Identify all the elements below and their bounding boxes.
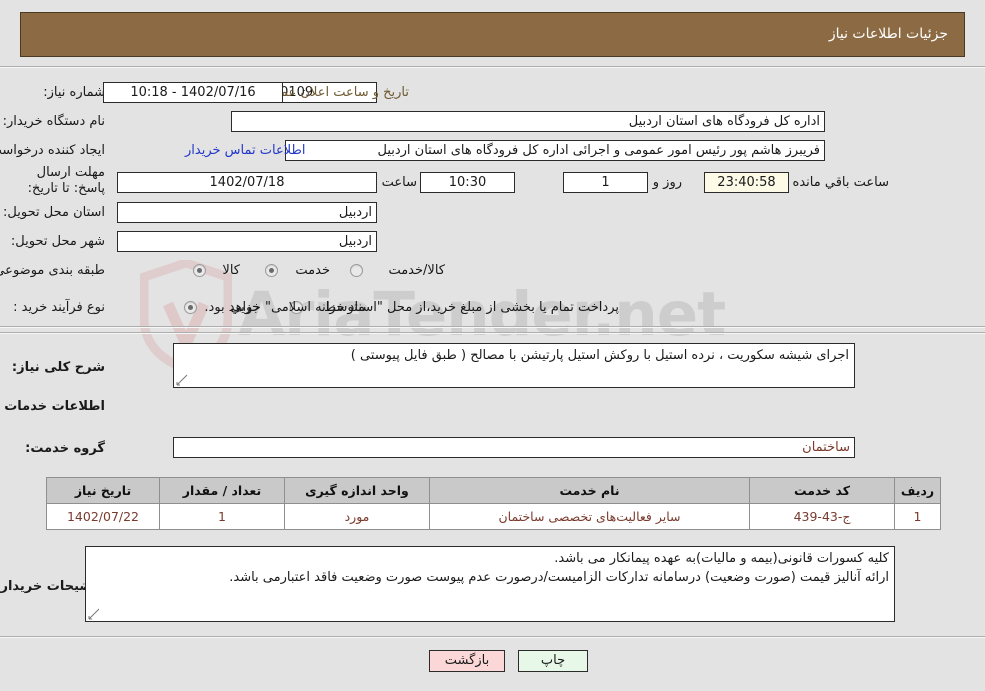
description-label: شرح کلی نیاز: (11, 360, 105, 375)
city-value: اردبیل (117, 231, 377, 252)
public-announce-value: 1402/07/16 - 10:18 (103, 82, 283, 103)
deadline-days-value: 1 (563, 172, 648, 193)
services-section-heading: اطلاعات خدمات مورد نیاز (0, 399, 105, 414)
separator-middle-2 (0, 332, 985, 334)
cell-unit: مورد (284, 503, 430, 530)
resize-grip-icon[interactable] (88, 608, 100, 620)
payment-note: پرداخت تمام یا بخشی از مبلغ خرید،از محل … (204, 300, 619, 315)
radio-label-category-0: کالا (222, 263, 240, 278)
table-col-name: نام خدمت (429, 477, 750, 504)
province-value: اردبیل (117, 202, 377, 223)
page-root: AriaTender.net جزئیات اطلاعات نیاز شماره… (0, 0, 985, 691)
category-label: طبقه بندی موضوعی: (0, 263, 105, 278)
separator-middle-1 (0, 326, 985, 328)
process-label: نوع فرآیند خرید : (13, 300, 105, 315)
description-value: اجرای شیشه سکوریت ، نرده استیل با روکش ا… (350, 348, 849, 363)
countdown-label: ساعت باقي مانده (792, 175, 889, 190)
buyer-notes-textarea[interactable]: کلیه کسورات قانونی(بیمه و مالیات)به عهده… (85, 546, 895, 622)
radio-label-category-1: خدمت (295, 263, 330, 278)
service-group-value: ساختمان (173, 437, 855, 458)
deadline-hour-value: 10:30 (420, 172, 515, 193)
buyer-notes-line-2: ارائه آنالیز قیمت (صورت وضعیت) درسامانه … (229, 570, 889, 585)
print-button[interactable]: چاپ (518, 650, 588, 672)
city-label: شهر محل تحویل: (10, 234, 105, 249)
cell-date: 1402/07/22 (46, 503, 160, 530)
services-table: ردیف کد خدمت نام خدمت واحد اندازه گیری ت… (46, 477, 941, 530)
table-col-index: ردیف (894, 477, 941, 504)
buyer-contact-link[interactable]: اطلاعات تماس خریدار (185, 143, 305, 158)
countdown-value: 23:40:58 (704, 172, 789, 193)
table-col-quantity: تعداد / مقدار (159, 477, 285, 504)
province-label: استان محل تحویل: (3, 205, 105, 220)
creator-value: فریبرز هاشم پور رئیس امور عمومی و اجرائی… (285, 140, 825, 161)
deadline-days-label: روز و (652, 175, 682, 190)
deadline-label: مهلت ارسال پاسخ: تا تاریخ: (27, 165, 105, 196)
radio-category-kala-khedmat[interactable] (350, 264, 363, 277)
buyer-notes-line-1: کلیه کسورات قانونی(بیمه و مالیات)به عهده… (554, 551, 889, 566)
description-textarea[interactable]: اجرای شیشه سکوریت ، نرده استیل با روکش ا… (173, 343, 855, 388)
creator-label: ایجاد کننده درخواست: (0, 143, 105, 158)
table-row: 1 ج-43-439 سایر فعالیت‌های تخصصی ساختمان… (46, 503, 941, 530)
cell-quantity: 1 (159, 503, 285, 530)
radio-label-category-2: کالا/خدمت (388, 263, 445, 278)
separator-bottom (0, 636, 985, 638)
buyer-org-value: اداره کل فرودگاه های استان اردبیل (231, 111, 825, 132)
deadline-date-value: 1402/07/18 (117, 172, 377, 193)
table-col-unit: واحد اندازه گیری (284, 477, 430, 504)
cell-name: سایر فعالیت‌های تخصصی ساختمان (429, 503, 750, 530)
table-col-date: تاریخ نیاز (46, 477, 160, 504)
separator-top (0, 66, 985, 68)
back-button[interactable]: بازگشت (429, 650, 505, 672)
service-group-label: گروه خدمت: (25, 441, 105, 456)
radio-category-khedmat[interactable] (265, 264, 278, 277)
radio-process-jozii[interactable] (184, 301, 197, 314)
table-col-code: کد خدمت (749, 477, 895, 504)
cell-index: 1 (894, 503, 941, 530)
page-header-bar: جزئیات اطلاعات نیاز (20, 12, 965, 57)
buyer-org-label: نام دستگاه خریدار: (2, 114, 105, 129)
table-header-row: ردیف کد خدمت نام خدمت واحد اندازه گیری ت… (46, 477, 941, 504)
radio-category-kala[interactable] (193, 264, 206, 277)
need-number-label: شماره نیاز: (43, 85, 105, 100)
cell-code: ج-43-439 (749, 503, 895, 530)
page-title: جزئیات اطلاعات نیاز (828, 26, 948, 42)
resize-grip-icon[interactable] (176, 374, 188, 386)
deadline-hour-label: ساعت (381, 175, 417, 190)
